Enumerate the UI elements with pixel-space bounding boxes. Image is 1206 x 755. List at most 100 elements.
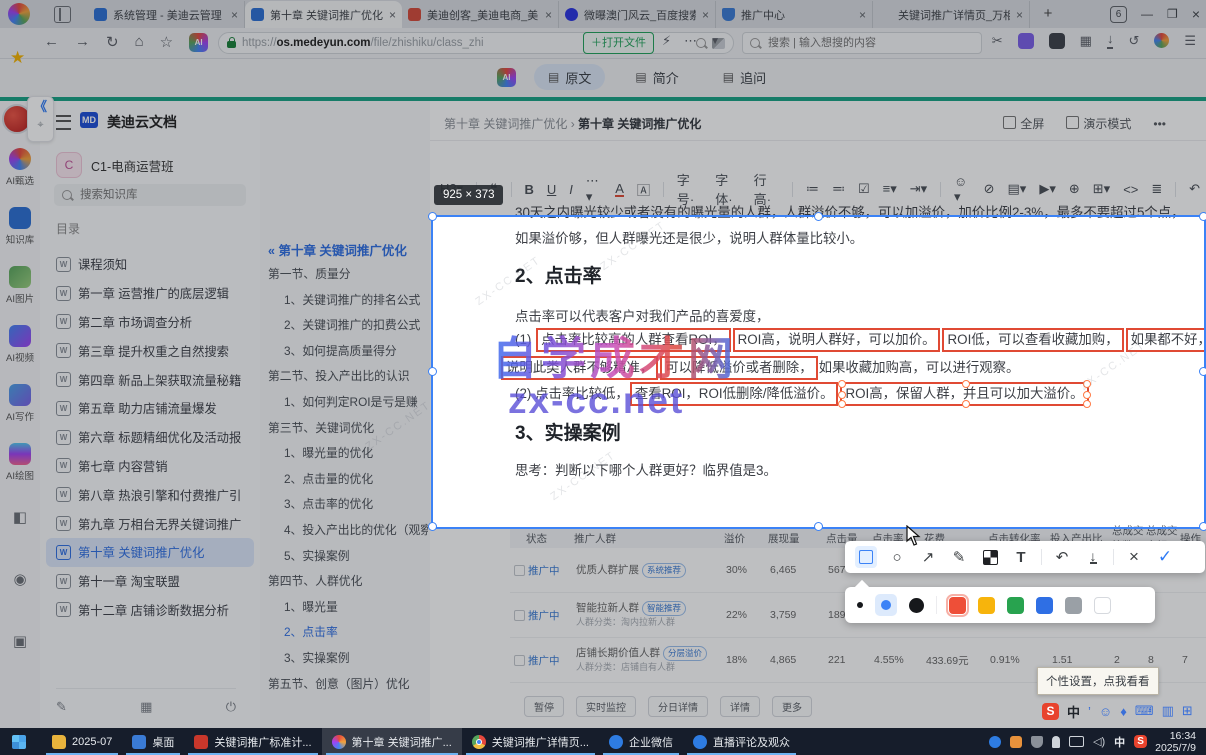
table-footer-button[interactable]: 详情 bbox=[720, 696, 760, 717]
workspace-selector[interactable]: C C1-电商运营班 bbox=[56, 152, 174, 178]
rail-item-ai-writing[interactable]: AI写作 bbox=[0, 384, 40, 423]
sidebar-chapter-item[interactable]: W 第十二章 店铺诊断数据分析 bbox=[46, 596, 254, 625]
bookmark-star-icon[interactable]: ☆ bbox=[160, 33, 173, 52]
start-button-icon[interactable] bbox=[12, 734, 26, 749]
ime-keyboard-icon[interactable]: ⌨ bbox=[1135, 703, 1154, 719]
scissors-icon[interactable]: ✂ bbox=[992, 33, 1003, 49]
globe-icon[interactable]: ◉ bbox=[0, 570, 40, 588]
collapse-panel-button[interactable]: 《 ⌖ bbox=[27, 96, 54, 142]
color-swatch-green[interactable] bbox=[1007, 596, 1024, 614]
color-swatch-gray[interactable] bbox=[1065, 596, 1082, 614]
stroke-size-small[interactable] bbox=[857, 602, 863, 608]
viewer-tab[interactable]: ▤ 追问 bbox=[709, 64, 780, 90]
table-footer-button[interactable]: 分日详情 bbox=[648, 696, 708, 717]
taskbar-app[interactable]: 桌面 bbox=[122, 728, 184, 755]
briefcase-icon[interactable]: ▣ bbox=[0, 632, 40, 650]
table-footer-button[interactable]: 更多 bbox=[772, 696, 812, 717]
rail-item-ai-select[interactable]: AI甄选 bbox=[0, 148, 40, 187]
reload-icon[interactable]: ↻ bbox=[106, 33, 119, 52]
outline-item[interactable]: 第四节、人群优化 bbox=[268, 569, 428, 595]
sidebar-chapter-item[interactable]: W 第七章 内容营销 bbox=[46, 452, 254, 481]
tab-close-icon[interactable]: × bbox=[389, 8, 396, 22]
sidebar-chapter-item[interactable]: W 第九章 万相台无界关键词推广 bbox=[46, 509, 254, 538]
page-url[interactable]: https://os.medeyun.com/file/zhishiku/cla… bbox=[242, 37, 484, 49]
viewer-tab[interactable]: ▤ 原文 bbox=[534, 64, 606, 90]
tray-lang-indicator[interactable]: 中 bbox=[1114, 734, 1125, 750]
tab-close-icon[interactable]: × bbox=[545, 8, 552, 22]
video-insert-icon[interactable]: ▶▾ bbox=[1039, 181, 1056, 197]
tab-close-icon[interactable]: × bbox=[1016, 8, 1023, 22]
new-tab-button[interactable]: + bbox=[1036, 2, 1060, 26]
mosaic-tool-icon[interactable] bbox=[979, 546, 1001, 568]
save-tool-icon[interactable]: ↓ bbox=[1082, 546, 1104, 568]
browser-tab[interactable]: 第十章 关键词推广优化 × bbox=[245, 1, 402, 28]
stroke-size-large[interactable] bbox=[909, 597, 924, 613]
outline-item[interactable]: 第二节、投入产出比的认识 bbox=[268, 364, 428, 390]
pen-tool-icon[interactable]: ✎ bbox=[948, 546, 970, 568]
outline-item[interactable]: 4、投入产出比的优化（观察7天/15... bbox=[268, 518, 428, 544]
window-close-button[interactable]: × bbox=[1192, 6, 1200, 22]
sidebar-chapter-item[interactable]: W 第六章 标题精细优化及活动报 bbox=[46, 423, 254, 452]
ime-emoji-icon[interactable]: ☺ bbox=[1099, 704, 1112, 719]
cancel-snip-icon[interactable]: × bbox=[1123, 546, 1145, 568]
outline-chapter-title[interactable]: « 第十章 关键词推广优化 bbox=[268, 240, 407, 259]
extensions-puzzle-icon[interactable]: ▦ bbox=[1080, 33, 1092, 49]
undo-icon[interactable]: ↶ bbox=[1189, 181, 1200, 197]
taskbar-app[interactable]: 直播评论及观众 bbox=[683, 728, 800, 755]
sidebar-chapter-item[interactable]: W 第十章 关键词推广优化 bbox=[46, 537, 254, 567]
lock-icon[interactable] bbox=[227, 37, 236, 48]
calendar-icon[interactable]: ▦ bbox=[140, 699, 152, 715]
hamburger-menu-icon[interactable] bbox=[56, 115, 71, 130]
outline-item[interactable]: 第五节、创意（图片）优化 bbox=[268, 672, 428, 698]
attachment-icon[interactable]: ⊕ bbox=[1069, 181, 1080, 197]
table-footer-button[interactable]: 实时监控 bbox=[576, 696, 636, 717]
code-icon[interactable]: <> bbox=[1123, 182, 1138, 197]
emoji-icon[interactable]: ☺▾ bbox=[954, 174, 971, 205]
viewer-tab[interactable]: ▤ 简介 bbox=[621, 64, 692, 90]
outline-item[interactable]: 1、关键词推广的排名公式 bbox=[268, 288, 428, 314]
outline-item[interactable]: 3、点击率的优化 bbox=[268, 492, 428, 518]
ime-punct-icon[interactable]: ’ bbox=[1088, 704, 1091, 719]
rectangle-tool-icon[interactable] bbox=[855, 546, 877, 568]
table-footer-button[interactable]: 暂停 bbox=[524, 696, 564, 717]
italic-icon[interactable]: I bbox=[569, 182, 573, 197]
browser-tab[interactable]: 推广中心 × bbox=[716, 1, 873, 28]
more-format-icon[interactable]: ⋯▾ bbox=[586, 173, 602, 205]
taskbar-app[interactable]: 第十章 关键词推广... bbox=[321, 728, 462, 755]
tray-wecom-icon[interactable] bbox=[989, 735, 1001, 748]
rail-item-ai-drawing[interactable]: AI绘图 bbox=[0, 443, 40, 482]
color-swatch-yellow[interactable] bbox=[978, 596, 995, 614]
toolbar-search-input[interactable] bbox=[766, 36, 974, 50]
browser-tab[interactable]: 系统管理 - 美迪云管理 × bbox=[88, 1, 245, 28]
browser-profile-avatar[interactable] bbox=[8, 3, 30, 25]
taskbar-app[interactable]: 企业微信 bbox=[599, 728, 683, 755]
quick-launch-icon[interactable]: ⚡ bbox=[662, 33, 671, 51]
arrow-tool-icon[interactable]: ↗ bbox=[917, 546, 939, 568]
confirm-snip-icon[interactable]: ✓ bbox=[1154, 546, 1176, 568]
expand-chevron-icon[interactable]: ▼ bbox=[710, 33, 720, 51]
underline-icon[interactable]: U bbox=[547, 182, 556, 197]
ime-toolbox-icon[interactable]: ⊞ bbox=[1182, 703, 1193, 719]
undo-tool-icon[interactable]: ↶ bbox=[1051, 546, 1073, 568]
tray-volume-icon[interactable]: ◁) bbox=[1093, 735, 1105, 748]
tab-close-icon[interactable]: × bbox=[231, 8, 238, 22]
edit-icon[interactable]: ✎ bbox=[56, 699, 67, 715]
knowledge-search-box[interactable] bbox=[54, 184, 246, 206]
address-bar[interactable]: https://os.medeyun.com/file/zhishiku/cla… bbox=[218, 32, 734, 54]
fullscreen-button[interactable]: 全屏 bbox=[1003, 115, 1044, 132]
sidebar-chapter-item[interactable]: W 第四章 新品上架获取流量秘籍 bbox=[46, 365, 254, 394]
sidebar-chapter-item[interactable]: W 第五章 助力店铺流量爆发 bbox=[46, 394, 254, 423]
outline-item[interactable]: 2、点击率 bbox=[268, 620, 428, 646]
rail-item-ai-video[interactable]: AI视频 bbox=[0, 325, 40, 364]
color-swatch-red[interactable] bbox=[946, 593, 969, 617]
more-actions-button[interactable]: ••• bbox=[1153, 117, 1166, 131]
sidebar-chapter-item[interactable]: W 第三章 提升权重之自然搜索 bbox=[46, 336, 254, 365]
forward-icon[interactable]: → bbox=[75, 33, 90, 52]
ime-mic-icon[interactable]: ♦ bbox=[1120, 704, 1127, 719]
sidebar-chapter-item[interactable]: W 第二章 市场调查分析 bbox=[46, 308, 254, 337]
ime-lang-toggle[interactable]: 中 bbox=[1067, 702, 1080, 721]
outline-item[interactable]: 3、实操案例 bbox=[268, 646, 428, 672]
browser-tab[interactable]: 微曝澳门风云_百度搜索 × bbox=[559, 1, 716, 28]
table-insert-icon[interactable]: ⊞▾ bbox=[1093, 181, 1110, 197]
tray-shield-icon[interactable] bbox=[1031, 735, 1043, 748]
